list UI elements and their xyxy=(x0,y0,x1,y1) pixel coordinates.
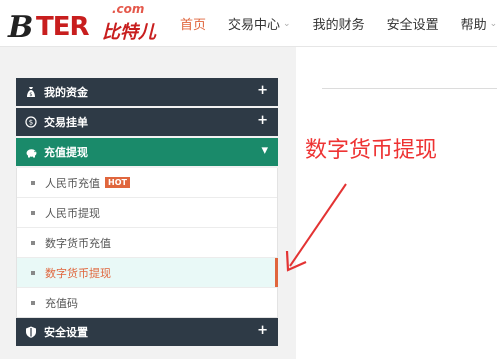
submenu-item-label: 数字货币提现 xyxy=(45,266,111,280)
main-nav: 首页 交易中心 ⌄ 我的财务 安全设置 帮助 ⌄ xyxy=(180,14,497,33)
expand-icon[interactable]: + xyxy=(257,323,268,338)
bullet-icon xyxy=(31,300,35,305)
bullet-icon xyxy=(31,270,35,275)
menu-section-security[interactable]: 安全设置 + xyxy=(16,318,278,346)
logo-domain: .com xyxy=(112,2,145,16)
logo-word: TER xyxy=(36,12,90,42)
chevron-down-icon: ⌄ xyxy=(283,18,291,29)
expand-icon[interactable]: + xyxy=(257,83,268,98)
bullet-icon xyxy=(31,180,35,185)
nav-home[interactable]: 首页 xyxy=(180,14,206,33)
nav-security-settings[interactable]: 安全设置 xyxy=(387,14,439,33)
exchange-icon: $ xyxy=(24,115,38,129)
submenu-item-label: 人民币提现 xyxy=(45,206,100,220)
submenu-item-label: 充值码 xyxy=(45,296,78,310)
piggy-bank-icon xyxy=(24,145,38,159)
submenu-item-crypto-deposit[interactable]: 数字货币充值 xyxy=(17,227,277,257)
svg-text:$: $ xyxy=(29,92,32,98)
shield-icon xyxy=(24,325,38,339)
menu-section-deposit-withdraw[interactable]: 充值提现 ▾ xyxy=(16,138,278,166)
nav-help[interactable]: 帮助 ⌄ xyxy=(461,14,497,33)
submenu-item-cny-deposit[interactable]: 人民币充值 HOT xyxy=(17,168,277,197)
menu-section-label: 交易挂单 xyxy=(44,116,88,129)
collapse-icon[interactable]: ▾ xyxy=(261,143,268,158)
submenu-item-cny-withdraw[interactable]: 人民币提现 xyxy=(17,197,277,227)
content-divider xyxy=(322,88,497,89)
submenu-item-recharge-code[interactable]: 充值码 xyxy=(17,287,277,317)
top-bar: B TER .com 比特儿 首页 交易中心 ⌄ 我的财务 安全设置 帮助 ⌄ xyxy=(0,0,497,47)
logo-b: B xyxy=(8,10,33,45)
sidebar-menu: $ 我的资金 + $ 交易挂单 + 充值提现 ▾ 人民币充值 HOT 人民币提现… xyxy=(16,78,278,348)
menu-section-label: 充值提现 xyxy=(44,146,88,159)
bullet-icon xyxy=(31,210,35,215)
expand-icon[interactable]: + xyxy=(257,113,268,128)
menu-section-label: 安全设置 xyxy=(44,326,88,339)
annotation-text: 数字货币提现 xyxy=(305,138,438,163)
menu-section-orders[interactable]: $ 交易挂单 + xyxy=(16,108,278,136)
nav-my-finance[interactable]: 我的财务 xyxy=(313,14,365,33)
money-bag-icon: $ xyxy=(24,85,38,99)
bter-logo[interactable]: B TER .com 比特儿 xyxy=(8,2,156,45)
menu-section-label: 我的资金 xyxy=(44,86,88,99)
submenu-item-crypto-withdraw[interactable]: 数字货币提现 xyxy=(17,257,278,287)
chevron-down-icon: ⌄ xyxy=(489,18,497,29)
submenu-item-label: 人民币充值 xyxy=(45,176,100,190)
bullet-icon xyxy=(31,240,35,245)
menu-section-my-funds[interactable]: $ 我的资金 + xyxy=(16,78,278,106)
svg-text:$: $ xyxy=(29,119,33,127)
hot-badge: HOT xyxy=(105,177,130,188)
nav-trade-center[interactable]: 交易中心 ⌄ xyxy=(228,14,291,33)
logo-chinese: 比特儿 xyxy=(102,22,156,43)
submenu-deposit-withdraw: 人民币充值 HOT 人民币提现 数字货币充值 数字货币提现 充值码 xyxy=(16,168,278,318)
submenu-item-label: 数字货币充值 xyxy=(45,236,111,250)
